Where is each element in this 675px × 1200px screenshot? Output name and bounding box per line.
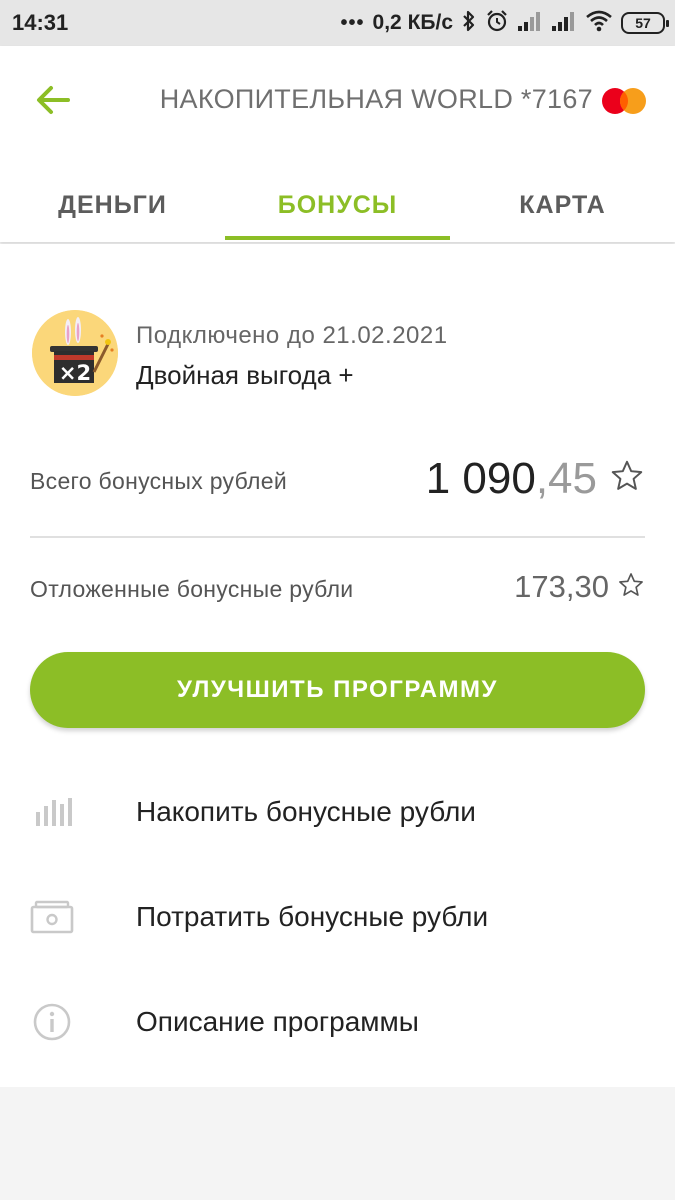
menu-item-label: Описание программы	[136, 1006, 419, 1037]
card-title: НАКОПИТЕЛЬНАЯ WORLD *7167	[159, 84, 593, 114]
back-button[interactable]	[30, 80, 76, 120]
network-speed: 0,2 КБ/с	[372, 11, 453, 34]
signal-icon-2	[551, 10, 577, 37]
status-icons: ••• 0,2 КБ/с 57	[340, 8, 669, 38]
star-icon[interactable]	[609, 458, 645, 494]
info-icon	[30, 1002, 74, 1042]
signal-icon-1	[517, 10, 543, 37]
tab-bonuses[interactable]: БОНУСЫ	[225, 168, 450, 242]
menu-item-program-description[interactable]: Описание программы	[0, 972, 675, 1072]
menu-item-earn-bonuses[interactable]: Накопить бонусные рубли	[0, 762, 675, 862]
program-name[interactable]: Двойная выгода +	[136, 360, 354, 391]
app-header: НАКОПИТЕЛЬНАЯ WORLD *7167 ДЕНЬГИ БОНУСЫ …	[0, 46, 675, 242]
status-dots: •••	[340, 11, 365, 34]
status-bar: 14:31 ••• 0,2 КБ/с 57	[0, 0, 675, 46]
deferred-bonus-amount: 173,30	[514, 569, 609, 604]
wallet-icon	[30, 897, 74, 937]
menu-item-label: Накопить бонусные рубли	[136, 796, 476, 827]
total-bonus-whole: 1 090	[425, 454, 536, 503]
divider	[30, 536, 645, 538]
wifi-icon	[585, 10, 613, 37]
tab-card[interactable]: КАРТА	[450, 168, 675, 242]
active-tab-indicator	[225, 236, 450, 240]
mastercard-logo-icon	[602, 88, 646, 114]
total-bonus-cents: ,45	[535, 454, 597, 503]
status-time: 14:31	[12, 10, 69, 35]
deferred-bonus-label: Отложенные бонусные рубли	[30, 576, 354, 602]
tab-money[interactable]: ДЕНЬГИ	[0, 168, 225, 242]
bonuses-content: ×2 Подключено до 21.02.2021 Двойная выго…	[0, 244, 675, 1087]
program-connected-until: Подключено до 21.02.2021	[136, 322, 448, 349]
badge-multiplier: ×2	[59, 361, 91, 385]
deferred-star-icon[interactable]	[617, 571, 645, 599]
program-badge-icon: ×2	[32, 310, 118, 396]
total-bonus-label: Всего бонусных рублей	[30, 468, 288, 494]
arrow-left-icon	[37, 86, 70, 114]
alarm-icon	[485, 9, 509, 38]
bars-chart-icon	[30, 792, 74, 832]
upgrade-program-button[interactable]: УЛУЧШИТЬ ПРОГРАММУ	[30, 652, 645, 728]
battery-icon: 57	[621, 12, 669, 34]
total-bonus-amount: 1 090,45	[426, 454, 597, 504]
menu-item-spend-bonuses[interactable]: Потратить бонусные рубли	[0, 867, 675, 967]
tab-bar: ДЕНЬГИ БОНУСЫ КАРТА	[0, 168, 675, 242]
bluetooth-icon	[461, 9, 477, 38]
menu-item-label: Потратить бонусные рубли	[136, 901, 489, 932]
